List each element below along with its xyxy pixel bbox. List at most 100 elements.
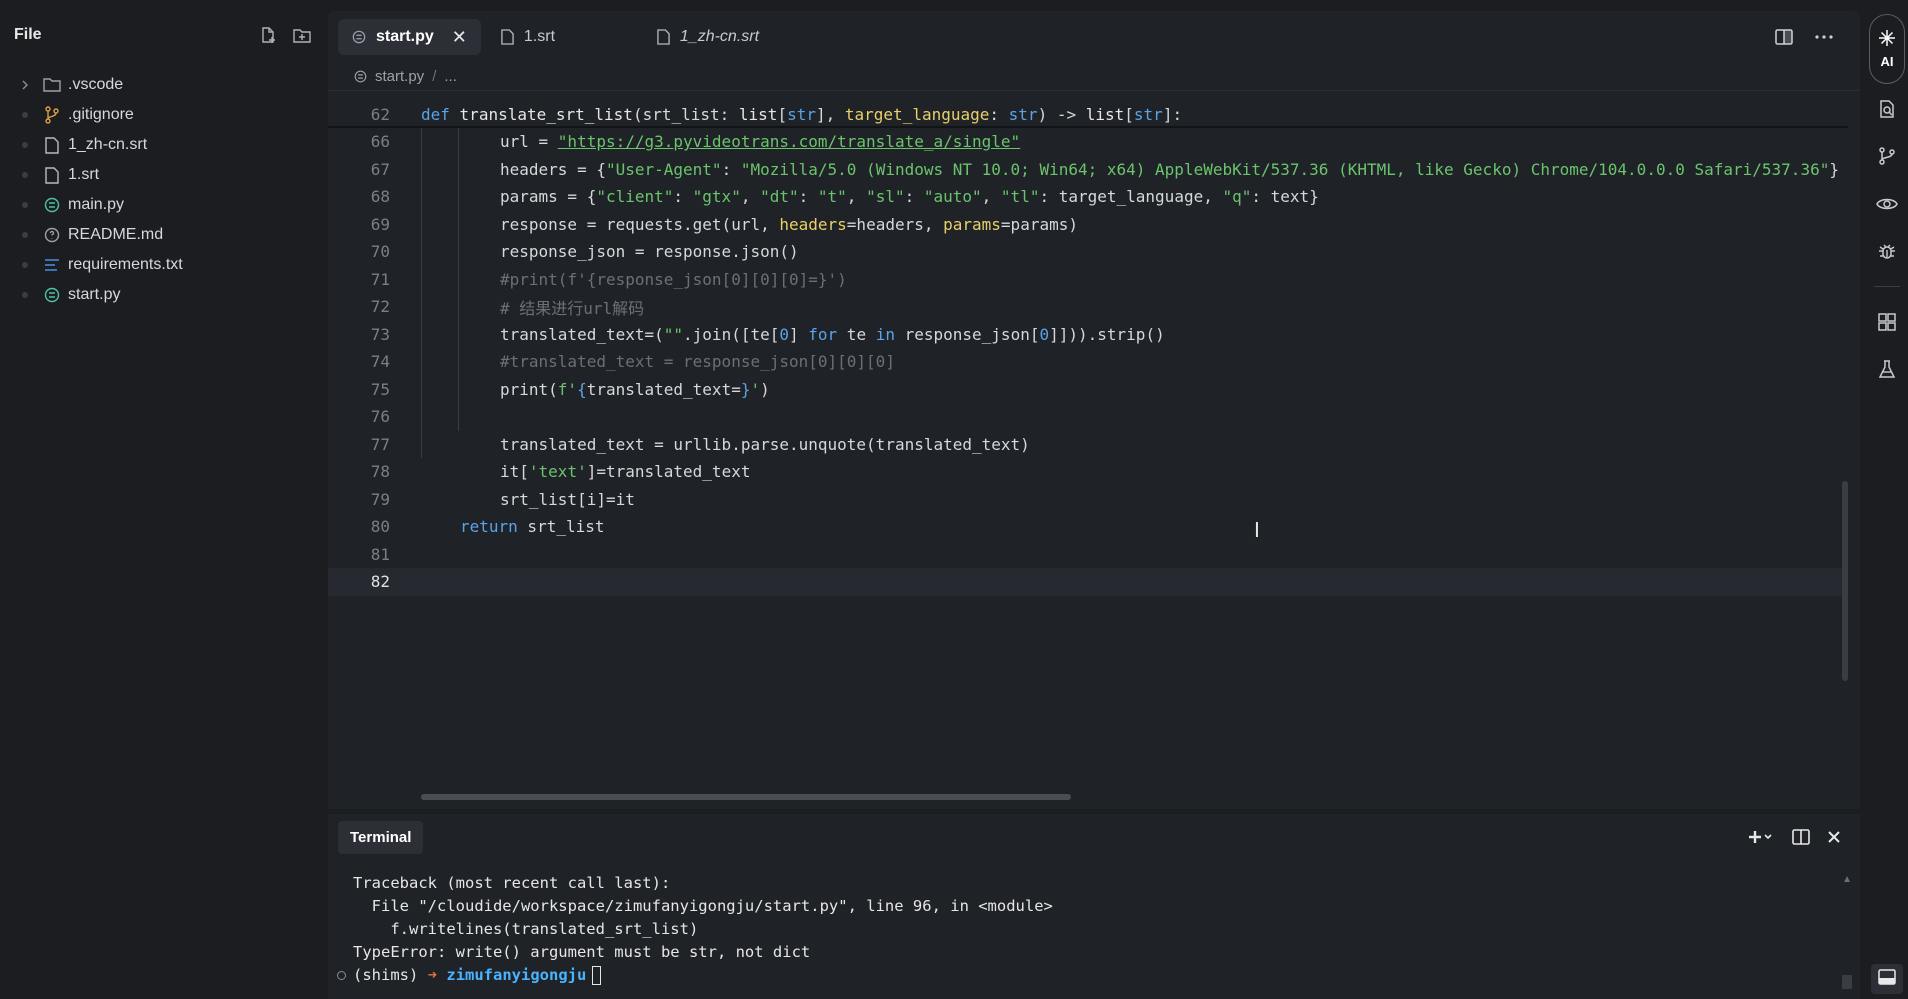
extensions-icon[interactable] — [1875, 310, 1899, 334]
new-folder-icon[interactable] — [291, 24, 313, 46]
prompt-status-icon — [337, 971, 346, 980]
split-terminal-icon[interactable] — [1792, 826, 1810, 848]
code-text: translated_text = urllib.parse.unquote(t… — [500, 434, 1030, 454]
breadcrumb-file[interactable]: start.py — [375, 68, 424, 85]
source-control-icon[interactable] — [1875, 144, 1899, 168]
bullet-dot — [22, 202, 28, 208]
close-icon[interactable]: ✕ — [452, 27, 467, 48]
file-item-start-py[interactable]: start.py — [0, 280, 327, 310]
file-item-label: requirements.txt — [68, 256, 183, 273]
code-line-70[interactable]: 70 response_json = response.json() — [328, 238, 1848, 266]
line-number: 70 — [370, 242, 390, 262]
code-line-74[interactable]: 74 #translated_text = response_json[0][0… — [328, 348, 1848, 376]
close-panel-icon[interactable] — [1828, 826, 1840, 848]
code-line-73[interactable]: 73 translated_text=("".join([te[0] for t… — [328, 321, 1848, 349]
code-line-79[interactable]: 79 srt_list[i]=it — [328, 486, 1848, 514]
editor-actions — [1772, 25, 1836, 49]
tab-terminal[interactable]: Terminal — [338, 820, 424, 854]
line-number: 77 — [370, 434, 390, 454]
bullet-dot — [22, 232, 28, 238]
ai-label: AI — [1880, 54, 1894, 69]
code-line-76[interactable]: 76 — [328, 403, 1848, 431]
code-editor[interactable]: 62 def translate_srt_list(srt_list: list… — [328, 101, 1860, 801]
activity-divider — [1874, 286, 1900, 287]
bullet-dot — [22, 262, 28, 268]
debug-icon[interactable] — [1875, 239, 1899, 263]
code-line-66[interactable]: 66 url = "https://g3.pyvideotrans.com/tr… — [328, 128, 1848, 156]
code-text: srt_list[i]=it — [500, 489, 635, 509]
code-line-68[interactable]: 68 params = {"client": "gtx", "dt": "t",… — [328, 183, 1848, 211]
tab-label: start.py — [376, 28, 434, 45]
scroll-up-icon[interactable]: ▲ — [1842, 874, 1852, 885]
code-text: return srt_list — [460, 517, 605, 537]
file-item-gitignore[interactable]: .gitignore — [0, 100, 327, 130]
terminal-actions — [1748, 826, 1840, 848]
code-text: it['text']=translated_text — [500, 462, 751, 482]
file-item-1-srt[interactable]: 1.srt — [0, 160, 327, 190]
file-icon — [42, 165, 62, 185]
terminal-prompt[interactable]: (shims) ➜ zimufanyigongju — [337, 964, 1860, 987]
line-number: 78 — [370, 462, 390, 482]
horizontal-scrollbar[interactable] — [421, 794, 1071, 800]
code-line-81[interactable]: 81 — [328, 541, 1848, 569]
line-number: 62 — [370, 105, 390, 125]
bullet-dot — [22, 112, 28, 118]
code-line-82-current[interactable]: 82 — [328, 568, 1848, 596]
file-item-requirements[interactable]: requirements.txt — [0, 250, 327, 280]
code-line-78[interactable]: 78 it['text']=translated_text — [328, 458, 1848, 486]
split-editor-icon[interactable] — [1772, 25, 1796, 49]
tab-label: 1.srt — [523, 28, 556, 45]
search-doc-icon[interactable] — [1875, 97, 1899, 121]
more-icon[interactable] — [1812, 25, 1836, 49]
file-item-1-zh-cn-srt[interactable]: 1_zh-cn.srt — [0, 130, 327, 160]
chevron-right-icon[interactable] — [18, 78, 32, 92]
code-line-75[interactable]: 75 print(f'{translated_text=}') — [328, 376, 1848, 404]
file-item-vscode[interactable]: .vscode — [0, 70, 327, 100]
preview-icon[interactable] — [1875, 192, 1899, 216]
code-line-69[interactable]: 69 response = requests.get(url, headers=… — [328, 211, 1848, 239]
code-line-72[interactable]: 72 # 结果进行url解码 — [328, 293, 1848, 321]
tab-1-srt[interactable]: 1.srt — [487, 19, 637, 55]
file-item-readme[interactable]: README.md — [0, 220, 327, 250]
terminal-line: File "/cloudide/workspace/zimufanyigongj… — [353, 897, 1053, 915]
code-comment: # 结果进行url解码 — [500, 298, 645, 318]
terminal-scrollbar[interactable] — [1842, 975, 1852, 989]
file-item-label: start.py — [68, 286, 121, 303]
line-number: 71 — [370, 269, 390, 289]
breadcrumb-rest[interactable]: ... — [444, 68, 457, 85]
vertical-scrollbar[interactable] — [1842, 481, 1848, 681]
code-text: translated_text=("".join([te[0] for te i… — [500, 324, 1165, 344]
test-flask-icon[interactable] — [1875, 357, 1899, 381]
code-line-67[interactable]: 67 headers = {"User-Agent": "Mozilla/5.0… — [328, 156, 1848, 184]
file-item-label: .vscode — [68, 76, 124, 93]
sticky-scroll-line[interactable]: 62 def translate_srt_list(srt_list: list… — [328, 101, 1848, 129]
panel-toggle-button[interactable] — [1871, 964, 1903, 994]
line-number: 74 — [370, 352, 390, 372]
python-icon — [352, 30, 366, 44]
terminal-panel: Terminal Traceback (most recent call las… — [328, 814, 1860, 999]
add-terminal-icon[interactable] — [1748, 826, 1774, 848]
breadcrumb-separator: / — [432, 68, 437, 85]
code-line-77[interactable]: 77 translated_text = urllib.parse.unquot… — [328, 431, 1848, 459]
code-text: url = "https://g3.pyvideotrans.com/trans… — [500, 132, 1021, 152]
info-icon — [42, 225, 62, 245]
line-number: 68 — [370, 187, 390, 207]
python-icon — [42, 195, 62, 215]
new-file-icon[interactable] — [257, 24, 279, 46]
code-text: def translate_srt_list(srt_list: list[st… — [421, 105, 1183, 125]
code-line-80[interactable]: 80 return srt_list — [328, 513, 1848, 541]
tab-1-zh-cn-srt[interactable]: 1_zh-cn.srt — [643, 19, 773, 55]
bullet-dot — [22, 292, 28, 298]
file-item-main-py[interactable]: main.py — [0, 190, 327, 220]
file-item-label: main.py — [68, 196, 125, 213]
file-icon — [657, 29, 670, 45]
file-list: .vscode .gitignore 1_zh-cn.srt 1.srt mai… — [0, 70, 327, 310]
ai-assistant-button[interactable]: AI — [1869, 14, 1905, 84]
line-number: 73 — [370, 324, 390, 344]
line-number: 66 — [370, 132, 390, 152]
file-item-label: README.md — [68, 226, 164, 243]
code-text: print(f'{translated_text=}') — [500, 379, 770, 399]
terminal-output[interactable]: Traceback (most recent call last): File … — [328, 860, 1860, 987]
code-line-71[interactable]: 71 #print(f'{response_json[0][0][0]=}') — [328, 266, 1848, 294]
tab-start-py[interactable]: start.py ✕ — [338, 19, 481, 55]
